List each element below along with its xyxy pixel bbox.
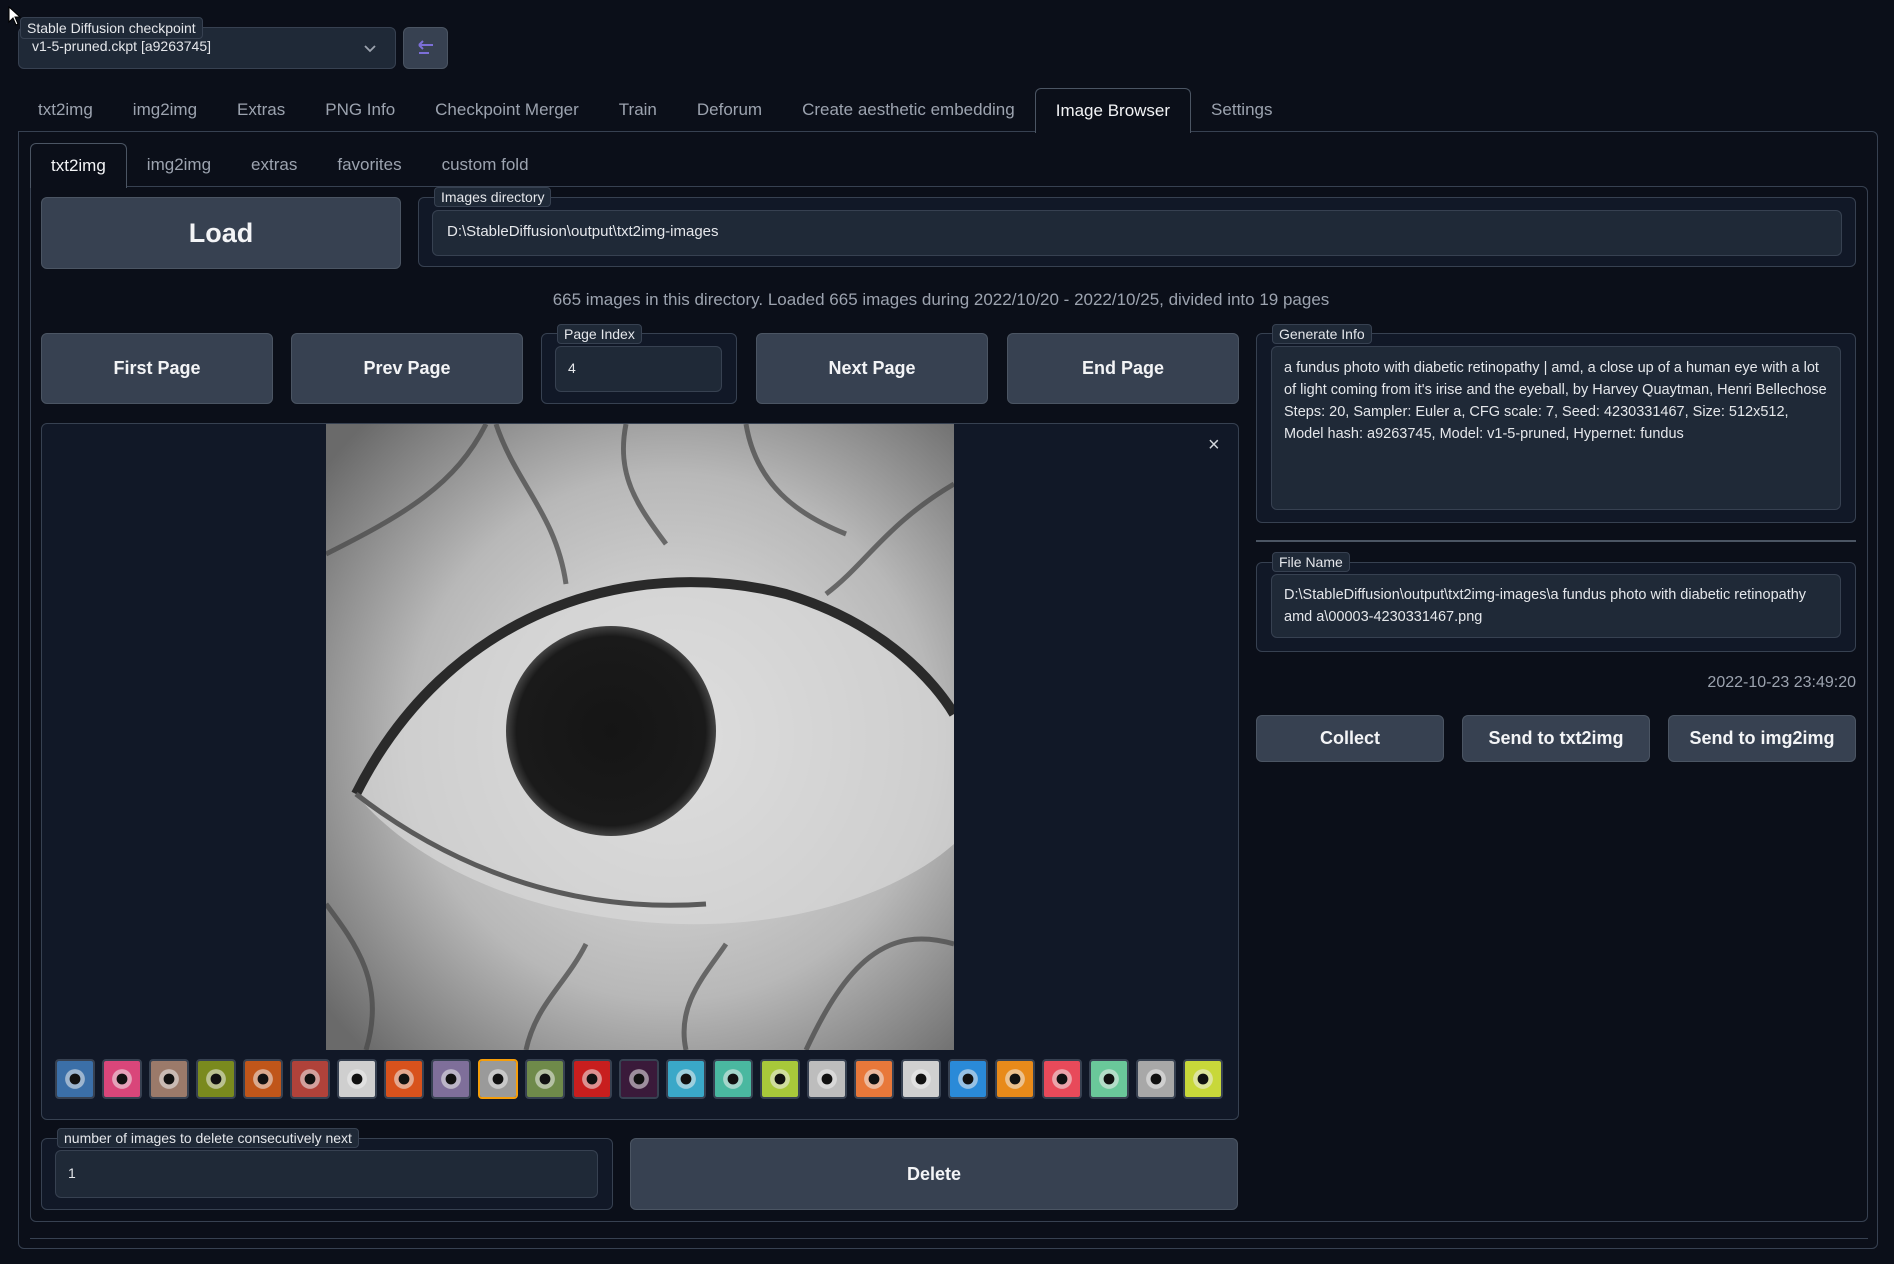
tab-image-browser[interactable]: Image Browser <box>1034 88 1192 133</box>
tab-extras[interactable]: Extras <box>217 88 305 132</box>
sub-tab-bar: txt2img img2img extras favorites custom … <box>30 143 549 188</box>
gallery-thumbnail[interactable] <box>431 1059 471 1099</box>
tab-settings[interactable]: Settings <box>1191 88 1292 132</box>
gallery-thumbnail[interactable] <box>713 1059 753 1099</box>
end-page-button[interactable]: End Page <box>1007 333 1239 404</box>
delete-count-label: number of images to delete consecutively… <box>57 1128 359 1148</box>
generate-info-text[interactable]: a fundus photo with diabetic retinopathy… <box>1271 346 1841 510</box>
divider <box>1256 540 1856 542</box>
gallery-thumbnail[interactable] <box>1089 1059 1129 1099</box>
refresh-checkpoint-button[interactable] <box>403 27 448 69</box>
tab-png-info[interactable]: PNG Info <box>305 88 415 132</box>
gallery-thumbnail[interactable] <box>1136 1059 1176 1099</box>
subtab-custom-fold[interactable]: custom fold <box>422 143 549 187</box>
gallery-thumbnail[interactable] <box>807 1059 847 1099</box>
page-index-label: Page Index <box>557 324 642 344</box>
tab-img2img[interactable]: img2img <box>113 88 217 132</box>
gallery-thumbnail[interactable] <box>196 1059 236 1099</box>
load-button[interactable]: Load <box>41 197 401 269</box>
images-directory-label: Images directory <box>434 187 552 207</box>
delete-count-input[interactable]: 1 <box>55 1150 598 1198</box>
refresh-icon <box>417 40 433 54</box>
page-index-input[interactable]: 4 <box>555 346 722 392</box>
collect-button[interactable]: Collect <box>1256 715 1444 762</box>
gallery-thumbnail[interactable] <box>384 1059 424 1099</box>
image-timestamp: 2022-10-23 23:49:20 <box>1707 674 1856 691</box>
subtab-img2img[interactable]: img2img <box>127 143 231 187</box>
gallery-thumbnail[interactable] <box>1042 1059 1082 1099</box>
file-name-text[interactable]: D:\StableDiffusion\output\txt2img-images… <box>1271 574 1841 638</box>
next-page-button[interactable]: Next Page <box>756 333 988 404</box>
send-to-txt2img-button[interactable]: Send to txt2img <box>1462 715 1650 762</box>
gallery-thumbnail[interactable] <box>149 1059 189 1099</box>
main-tab-bar: txt2img img2img Extras PNG Info Checkpoi… <box>18 88 1292 133</box>
gallery-thumbnail[interactable] <box>995 1059 1035 1099</box>
first-page-button[interactable]: First Page <box>41 333 273 404</box>
status-text: 665 images in this directory. Loaded 665… <box>552 290 1330 309</box>
tab-checkpoint-merger[interactable]: Checkpoint Merger <box>415 88 599 132</box>
close-preview-icon[interactable]: × <box>1208 434 1220 457</box>
preview-image[interactable] <box>326 424 954 1050</box>
gallery-thumbnail[interactable] <box>1183 1059 1223 1099</box>
tab-train[interactable]: Train <box>599 88 677 132</box>
tab-txt2img[interactable]: txt2img <box>18 88 113 132</box>
images-directory-input[interactable]: D:\StableDiffusion\output\txt2img-images <box>432 210 1842 256</box>
tab-create-aesthetic-embedding[interactable]: Create aesthetic embedding <box>782 88 1035 132</box>
thumbnail-strip <box>55 1059 1235 1103</box>
gallery-thumbnail[interactable] <box>619 1059 659 1099</box>
gallery-thumbnail[interactable] <box>572 1059 612 1099</box>
send-to-img2img-button[interactable]: Send to img2img <box>1668 715 1856 762</box>
gallery-thumbnail[interactable] <box>666 1059 706 1099</box>
gallery-thumbnail[interactable] <box>243 1059 283 1099</box>
gallery-thumbnail[interactable] <box>55 1059 95 1099</box>
subtab-txt2img[interactable]: txt2img <box>30 143 127 188</box>
gallery-thumbnail[interactable] <box>525 1059 565 1099</box>
generate-info-label: Generate Info <box>1272 324 1372 344</box>
delete-button[interactable]: Delete <box>630 1138 1238 1210</box>
file-name-label: File Name <box>1272 552 1350 572</box>
gallery-thumbnail[interactable] <box>760 1059 800 1099</box>
gallery-thumbnail[interactable] <box>337 1059 377 1099</box>
gallery-thumbnail[interactable] <box>901 1059 941 1099</box>
gallery-thumbnail[interactable] <box>948 1059 988 1099</box>
gallery-thumbnail[interactable] <box>478 1059 518 1099</box>
prev-page-button[interactable]: Prev Page <box>291 333 523 404</box>
gallery-thumbnail[interactable] <box>102 1059 142 1099</box>
checkpoint-label: Stable Diffusion checkpoint <box>20 17 203 39</box>
footer-divider <box>30 1238 1868 1239</box>
tab-deforum[interactable]: Deforum <box>677 88 782 132</box>
subtab-extras[interactable]: extras <box>231 143 317 187</box>
subtab-favorites[interactable]: favorites <box>317 143 421 187</box>
gallery-thumbnail[interactable] <box>854 1059 894 1099</box>
checkpoint-value[interactable]: v1-5-pruned.ckpt [a9263745] <box>32 38 211 54</box>
chevron-down-icon[interactable] <box>362 40 378 56</box>
gallery-thumbnail[interactable] <box>290 1059 330 1099</box>
